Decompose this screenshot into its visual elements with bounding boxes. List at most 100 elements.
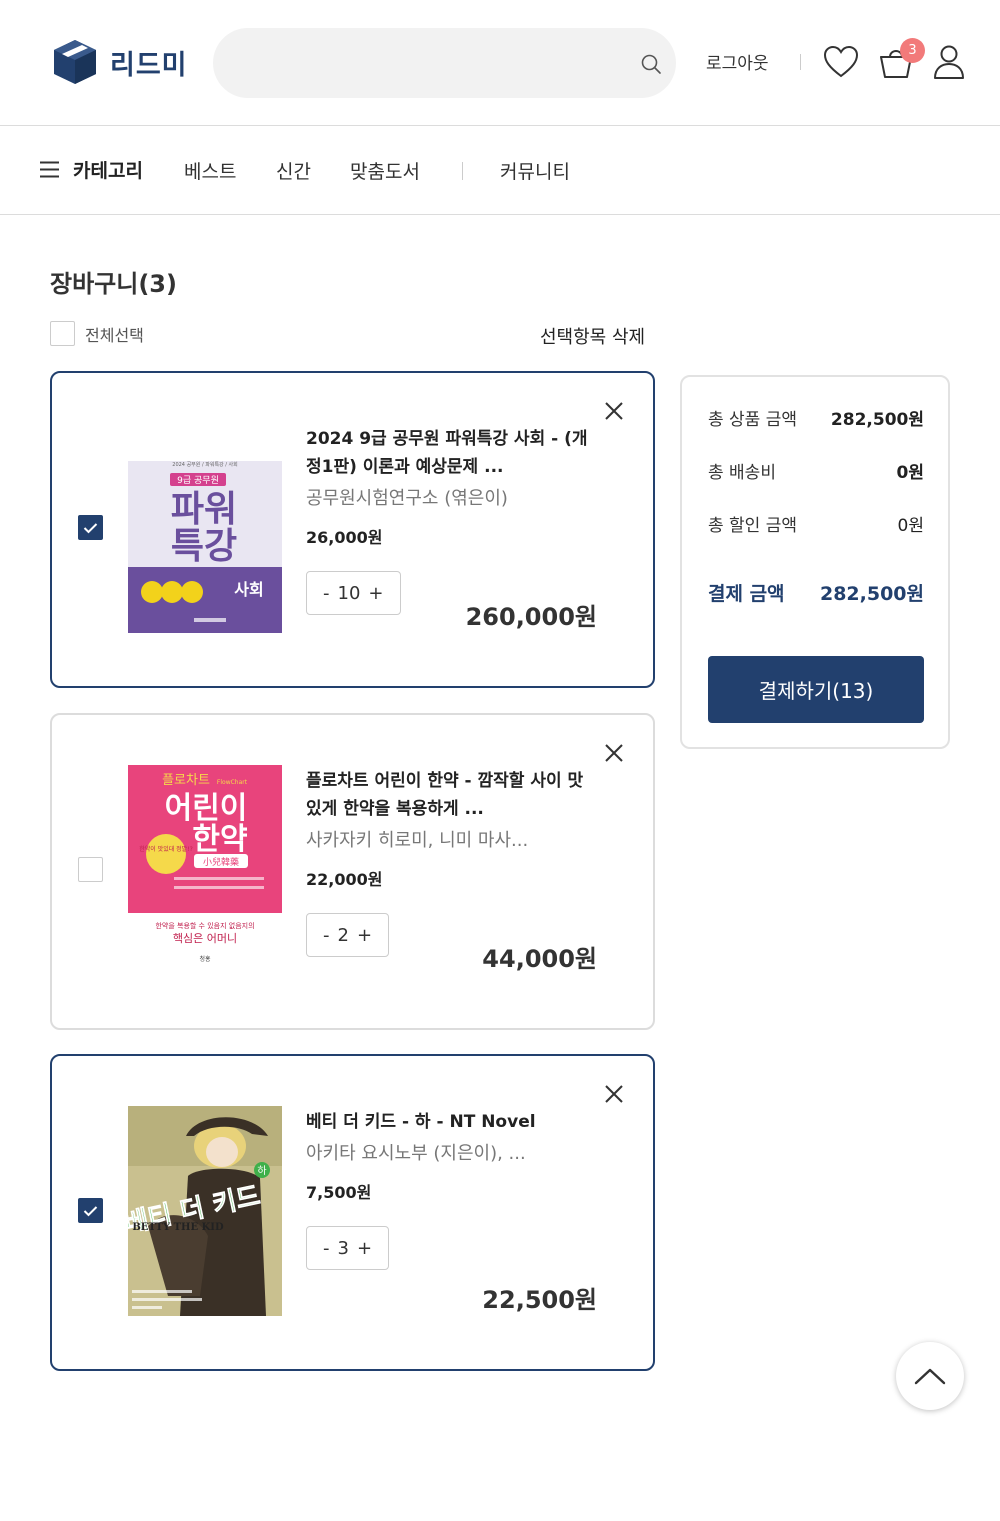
summary-label: 결제 금액 xyxy=(708,583,785,605)
cover-top-text: 2024 공무원 / 파워특강 / 사회 xyxy=(172,461,237,468)
item-unit-price: 7,500원 xyxy=(306,1183,372,1202)
book-cover[interactable]: 베티 더 키드 BETTY THE KID 하 xyxy=(128,1106,282,1316)
item-info: 플로차트 어린이 한약 - 깜작할 사이 맛있게 한약을 복용하게 ... 사카… xyxy=(306,767,596,890)
cover-publisher: 청홍 xyxy=(199,955,211,963)
order-summary: 총 상품 금액 282,500원 총 배송비 0원 총 할인 금액 0원 결제 … xyxy=(680,375,950,749)
user-icon[interactable] xyxy=(932,44,966,80)
summary-row-discount: 총 할인 금액 0원 xyxy=(708,511,924,536)
item-author: 공무원시험연구소 (엮은이) xyxy=(306,488,508,509)
item-info: 베티 더 키드 - 하 - NT Novel 아키타 요시노부 (지은이), .… xyxy=(306,1108,596,1203)
item-total: 260,000원 xyxy=(465,603,597,631)
cover-title-1: 어린이 xyxy=(165,791,248,826)
logo-text: 리드미 xyxy=(110,49,188,81)
cart-count-badge: 3 xyxy=(900,38,925,63)
menu-icon xyxy=(40,161,59,178)
check-icon xyxy=(83,1205,98,1216)
book-cover[interactable]: 플로차트 FlowChart 어린이 한약 한약이 맛있대 정말!? 小兒韓藥 … xyxy=(128,765,282,975)
search-bar xyxy=(213,28,676,98)
quantity-value: 10 xyxy=(337,582,361,604)
item-checkbox[interactable] xyxy=(78,1198,103,1223)
cover-title-en: BETTY THE KID xyxy=(132,1222,224,1233)
select-all-box[interactable] xyxy=(50,321,75,346)
cover-top-text: 플로차트 xyxy=(162,773,210,788)
item-unit-price: 26,000원 xyxy=(306,528,383,547)
summary-row-products: 총 상품 금액 282,500원 xyxy=(708,405,924,430)
summary-row-pay-amount: 결제 금액 282,500원 xyxy=(708,579,924,606)
quantity-increase-button[interactable]: + xyxy=(368,583,383,604)
main-nav: 카테고리 베스트 신간 맞춤도서 커뮤니티 xyxy=(0,126,1000,215)
cover-badge: 9급 공무원 xyxy=(177,475,219,486)
quantity-value: 2 xyxy=(337,924,349,946)
search-icon[interactable] xyxy=(639,52,663,76)
cart-item: 베티 더 키드 BETTY THE KID 하 베티 더 키드 - 하 - NT… xyxy=(50,1054,655,1371)
close-icon[interactable] xyxy=(603,1083,625,1105)
cover-bottom-small: 한약을 복용할 수 있음지 없음지의 xyxy=(155,921,254,930)
item-title[interactable]: 2024 9급 공무원 파워특강 사회 - (개정1판) 이론과 예상문제 ..… xyxy=(306,425,596,481)
item-title[interactable]: 베티 더 키드 - 하 - NT Novel xyxy=(306,1108,596,1136)
quantity-increase-button[interactable]: + xyxy=(357,925,372,946)
book-cover-art: 2024 공무원 / 파워특강 / 사회 9급 공무원 파워 특강 사회 xyxy=(128,461,282,633)
item-author: 아키타 요시노부 (지은이), ... xyxy=(306,1143,526,1164)
nav-item-new[interactable]: 신간 xyxy=(276,157,311,184)
cart-item: 2024 공무원 / 파워특강 / 사회 9급 공무원 파워 특강 사회 202… xyxy=(50,371,655,688)
item-title[interactable]: 플로차트 어린이 한약 - 깜작할 사이 맛있게 한약을 복용하게 ... xyxy=(306,767,596,823)
logo[interactable]: 리드미 xyxy=(52,38,188,86)
category-menu-button[interactable]: 카테고리 xyxy=(40,156,143,183)
summary-value: 282,500원 xyxy=(830,410,924,430)
cover-volume: 하 xyxy=(257,1164,266,1177)
cover-title-2: 한약 xyxy=(192,822,247,857)
item-unit-price: 22,000원 xyxy=(306,870,383,889)
cart-item: 플로차트 FlowChart 어린이 한약 한약이 맛있대 정말!? 小兒韓藥 … xyxy=(50,713,655,1030)
header: 리드미 로그아웃 3 xyxy=(0,0,1000,126)
summary-label: 총 할인 금액 xyxy=(708,516,798,536)
summary-value: 282,500원 xyxy=(819,583,924,605)
category-label: 카테고리 xyxy=(73,160,143,182)
cover-hanja: 小兒韓藥 xyxy=(203,856,239,868)
book-cover-art: 플로차트 FlowChart 어린이 한약 한약이 맛있대 정말!? 小兒韓藥 … xyxy=(128,765,282,975)
scroll-top-button[interactable] xyxy=(896,1342,964,1410)
search-input[interactable] xyxy=(237,28,637,98)
item-total: 44,000원 xyxy=(482,945,597,973)
cover-title-1: 파워 xyxy=(171,489,237,530)
book-cover-art: 베티 더 키드 BETTY THE KID 하 xyxy=(128,1106,282,1316)
nav-divider xyxy=(462,162,463,180)
chevron-up-icon xyxy=(914,1368,946,1385)
quantity-decrease-button[interactable]: - xyxy=(323,583,330,604)
quantity-decrease-button[interactable]: - xyxy=(323,1238,330,1259)
summary-label: 총 배송비 xyxy=(708,463,776,483)
close-icon[interactable] xyxy=(603,742,625,764)
header-divider xyxy=(800,54,801,70)
item-checkbox[interactable] xyxy=(78,515,103,540)
item-info: 2024 9급 공무원 파워특강 사회 - (개정1판) 이론과 예상문제 ..… xyxy=(306,425,596,548)
nav-item-community[interactable]: 커뮤니티 xyxy=(500,157,570,184)
summary-label: 총 상품 금액 xyxy=(708,410,798,430)
summary-value: 0원 xyxy=(896,463,924,483)
quantity-stepper: - 10 + xyxy=(306,571,401,615)
quantity-increase-button[interactable]: + xyxy=(357,1238,372,1259)
item-checkbox[interactable] xyxy=(78,857,103,882)
select-all-label: 전체선택 xyxy=(85,325,144,345)
summary-row-shipping: 총 배송비 0원 xyxy=(708,458,924,483)
cover-bottom-main: 핵심은 어머니 xyxy=(173,932,237,945)
quantity-stepper: - 2 + xyxy=(306,913,390,957)
quantity-decrease-button[interactable]: - xyxy=(323,925,330,946)
item-total: 22,500원 xyxy=(482,1286,597,1314)
close-icon[interactable] xyxy=(603,400,625,422)
check-icon xyxy=(83,522,98,533)
logout-link[interactable]: 로그아웃 xyxy=(706,49,769,74)
select-all-checkbox[interactable]: 전체선택 xyxy=(50,321,144,346)
page-title: 장바구니(3) xyxy=(50,270,177,298)
summary-value: 0원 xyxy=(897,516,924,536)
quantity-stepper: - 3 + xyxy=(306,1226,390,1270)
nav-item-recommend[interactable]: 맞춤도서 xyxy=(350,157,420,184)
delete-selected-button[interactable]: 선택항목 삭제 xyxy=(540,323,645,349)
item-author: 사카자키 히로미, 니미 마사... xyxy=(306,830,529,851)
heart-icon[interactable] xyxy=(823,45,859,79)
book-cover[interactable]: 2024 공무원 / 파워특강 / 사회 9급 공무원 파워 특강 사회 xyxy=(128,461,282,633)
checkout-button[interactable]: 결제하기(13) xyxy=(708,656,924,723)
nav-item-best[interactable]: 베스트 xyxy=(184,157,236,184)
cover-badge: 한약이 맛있대 정말!? xyxy=(139,845,193,853)
cover-top-small: FlowChart xyxy=(217,779,248,786)
cover-title-2: 특강 xyxy=(171,526,237,567)
quantity-value: 3 xyxy=(337,1237,349,1259)
